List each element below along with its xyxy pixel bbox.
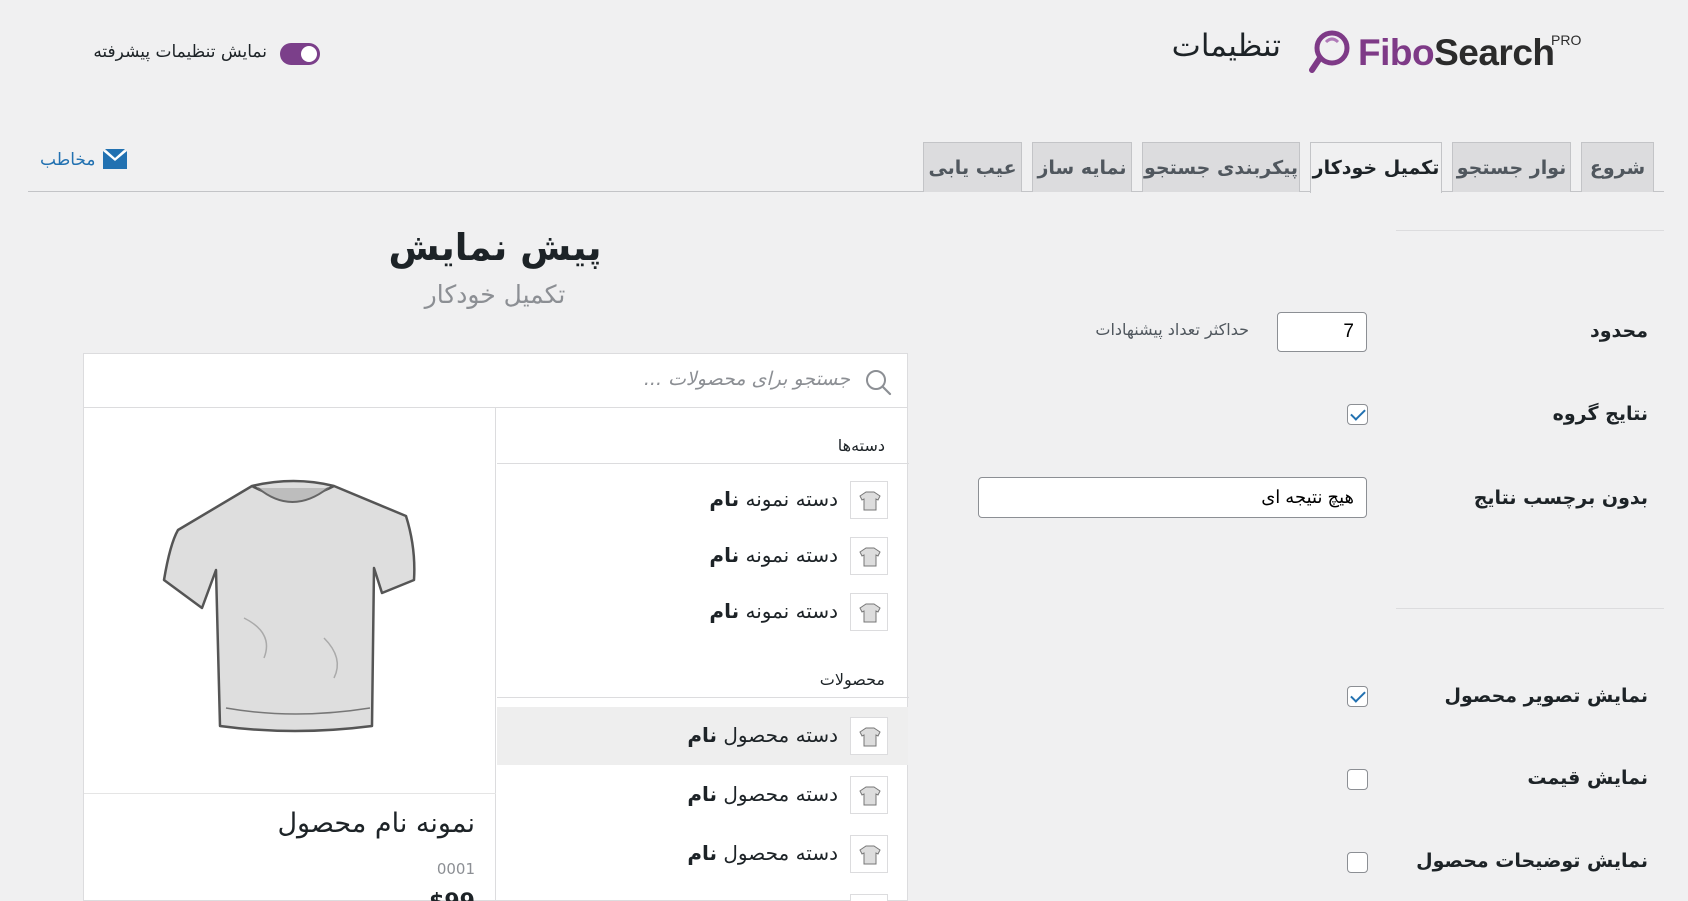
contact-link[interactable]: مخاطب	[40, 149, 128, 170]
tshirt-thumbnail-icon	[850, 481, 888, 519]
limit-input[interactable]	[1277, 312, 1367, 352]
product-suggestion[interactable]: دسته محصول نام	[497, 707, 908, 765]
toggle-knob	[301, 46, 317, 62]
show-image-checkbox[interactable]	[1347, 686, 1368, 707]
product-details-pane: نمونه نام محصول 0001 $99	[84, 408, 496, 901]
limit-label: محدود	[1590, 320, 1648, 342]
tab-search-config[interactable]: پیکربندی جستجو	[1142, 142, 1300, 192]
autocomplete-dropdown: نمونه نام محصول 0001 $99 دسته‌ها دسته نم…	[83, 408, 909, 901]
section-divider	[497, 463, 909, 464]
tab-start[interactable]: شروع	[1581, 142, 1654, 192]
preview-product-sku: 0001	[436, 860, 475, 878]
product-suggestion[interactable]: دسته محصول نام	[497, 766, 908, 824]
search-placeholder: جستجو برای محصولات ...	[643, 368, 850, 390]
tshirt-thumbnail-icon	[850, 894, 888, 901]
tab-troubleshooting[interactable]: عیب یابی	[923, 142, 1022, 192]
no-results-input[interactable]	[978, 477, 1367, 518]
preview-product-name: نمونه نام محصول	[277, 808, 475, 839]
category-suggestion[interactable]: دسته نمونه نام	[497, 471, 908, 529]
mail-icon	[103, 149, 128, 169]
tab-autocomplete[interactable]: تکمیل خودکار	[1310, 142, 1442, 193]
tshirt-thumbnail-icon	[850, 537, 888, 575]
limit-hint: حداکثر تعداد پیشنهادات	[1095, 320, 1249, 339]
categories-heading: دسته‌ها	[837, 436, 885, 455]
details-separator	[84, 793, 496, 794]
tab-indexer[interactable]: نمایه ساز	[1032, 142, 1132, 192]
category-suggestion[interactable]: دسته نمونه نام	[497, 583, 908, 641]
page-title: تنظیمات	[1171, 28, 1281, 64]
preview-subtitle: تکمیل خودکار	[424, 280, 566, 309]
settings-divider	[1396, 608, 1664, 609]
tshirt-thumbnail-icon	[850, 776, 888, 814]
tab-search-bar[interactable]: نوار جستجو	[1452, 142, 1571, 192]
no-results-label: بدون برچسب نتایج	[1473, 487, 1648, 509]
products-heading: محصولات	[819, 670, 885, 689]
fibosearch-logo: FiboSearch PRO	[1308, 28, 1582, 76]
product-suggestion[interactable]: دسته محصول نام	[497, 825, 908, 883]
section-divider	[497, 697, 909, 698]
group-results-checkbox[interactable]	[1347, 404, 1368, 425]
tshirt-thumbnail-icon	[850, 717, 888, 755]
advanced-settings-toggle[interactable]	[280, 43, 320, 65]
tshirt-thumbnail-icon	[850, 593, 888, 631]
preview-product-price: $99	[429, 890, 475, 901]
show-price-label: نمایش قیمت	[1527, 767, 1648, 789]
logo-wordmark: FiboSearch	[1358, 32, 1555, 73]
settings-divider	[1396, 230, 1664, 231]
advanced-settings-label: نمایش تنظیمات پیشرفته	[93, 42, 267, 62]
contact-label: مخاطب	[40, 150, 96, 170]
show-image-label: نمایش تصویر محصول	[1444, 685, 1648, 707]
category-suggestion[interactable]: دسته نمونه نام	[497, 527, 908, 585]
show-price-checkbox[interactable]	[1347, 769, 1368, 790]
tshirt-thumbnail-icon	[850, 835, 888, 873]
group-results-label: نتایج گروه	[1552, 403, 1648, 425]
show-description-checkbox[interactable]	[1347, 852, 1368, 873]
product-suggestion[interactable]	[497, 884, 908, 901]
search-icon	[866, 370, 892, 396]
fibosearch-logo-icon	[1309, 30, 1350, 73]
show-description-label: نمایش توضیحات محصول	[1416, 850, 1648, 872]
logo-pro-badge: PRO	[1551, 32, 1582, 48]
preview-search-bar[interactable]: جستجو برای محصولات ...	[83, 353, 908, 408]
preview-title: پیش نمایش	[388, 226, 602, 269]
tshirt-image	[162, 479, 416, 733]
